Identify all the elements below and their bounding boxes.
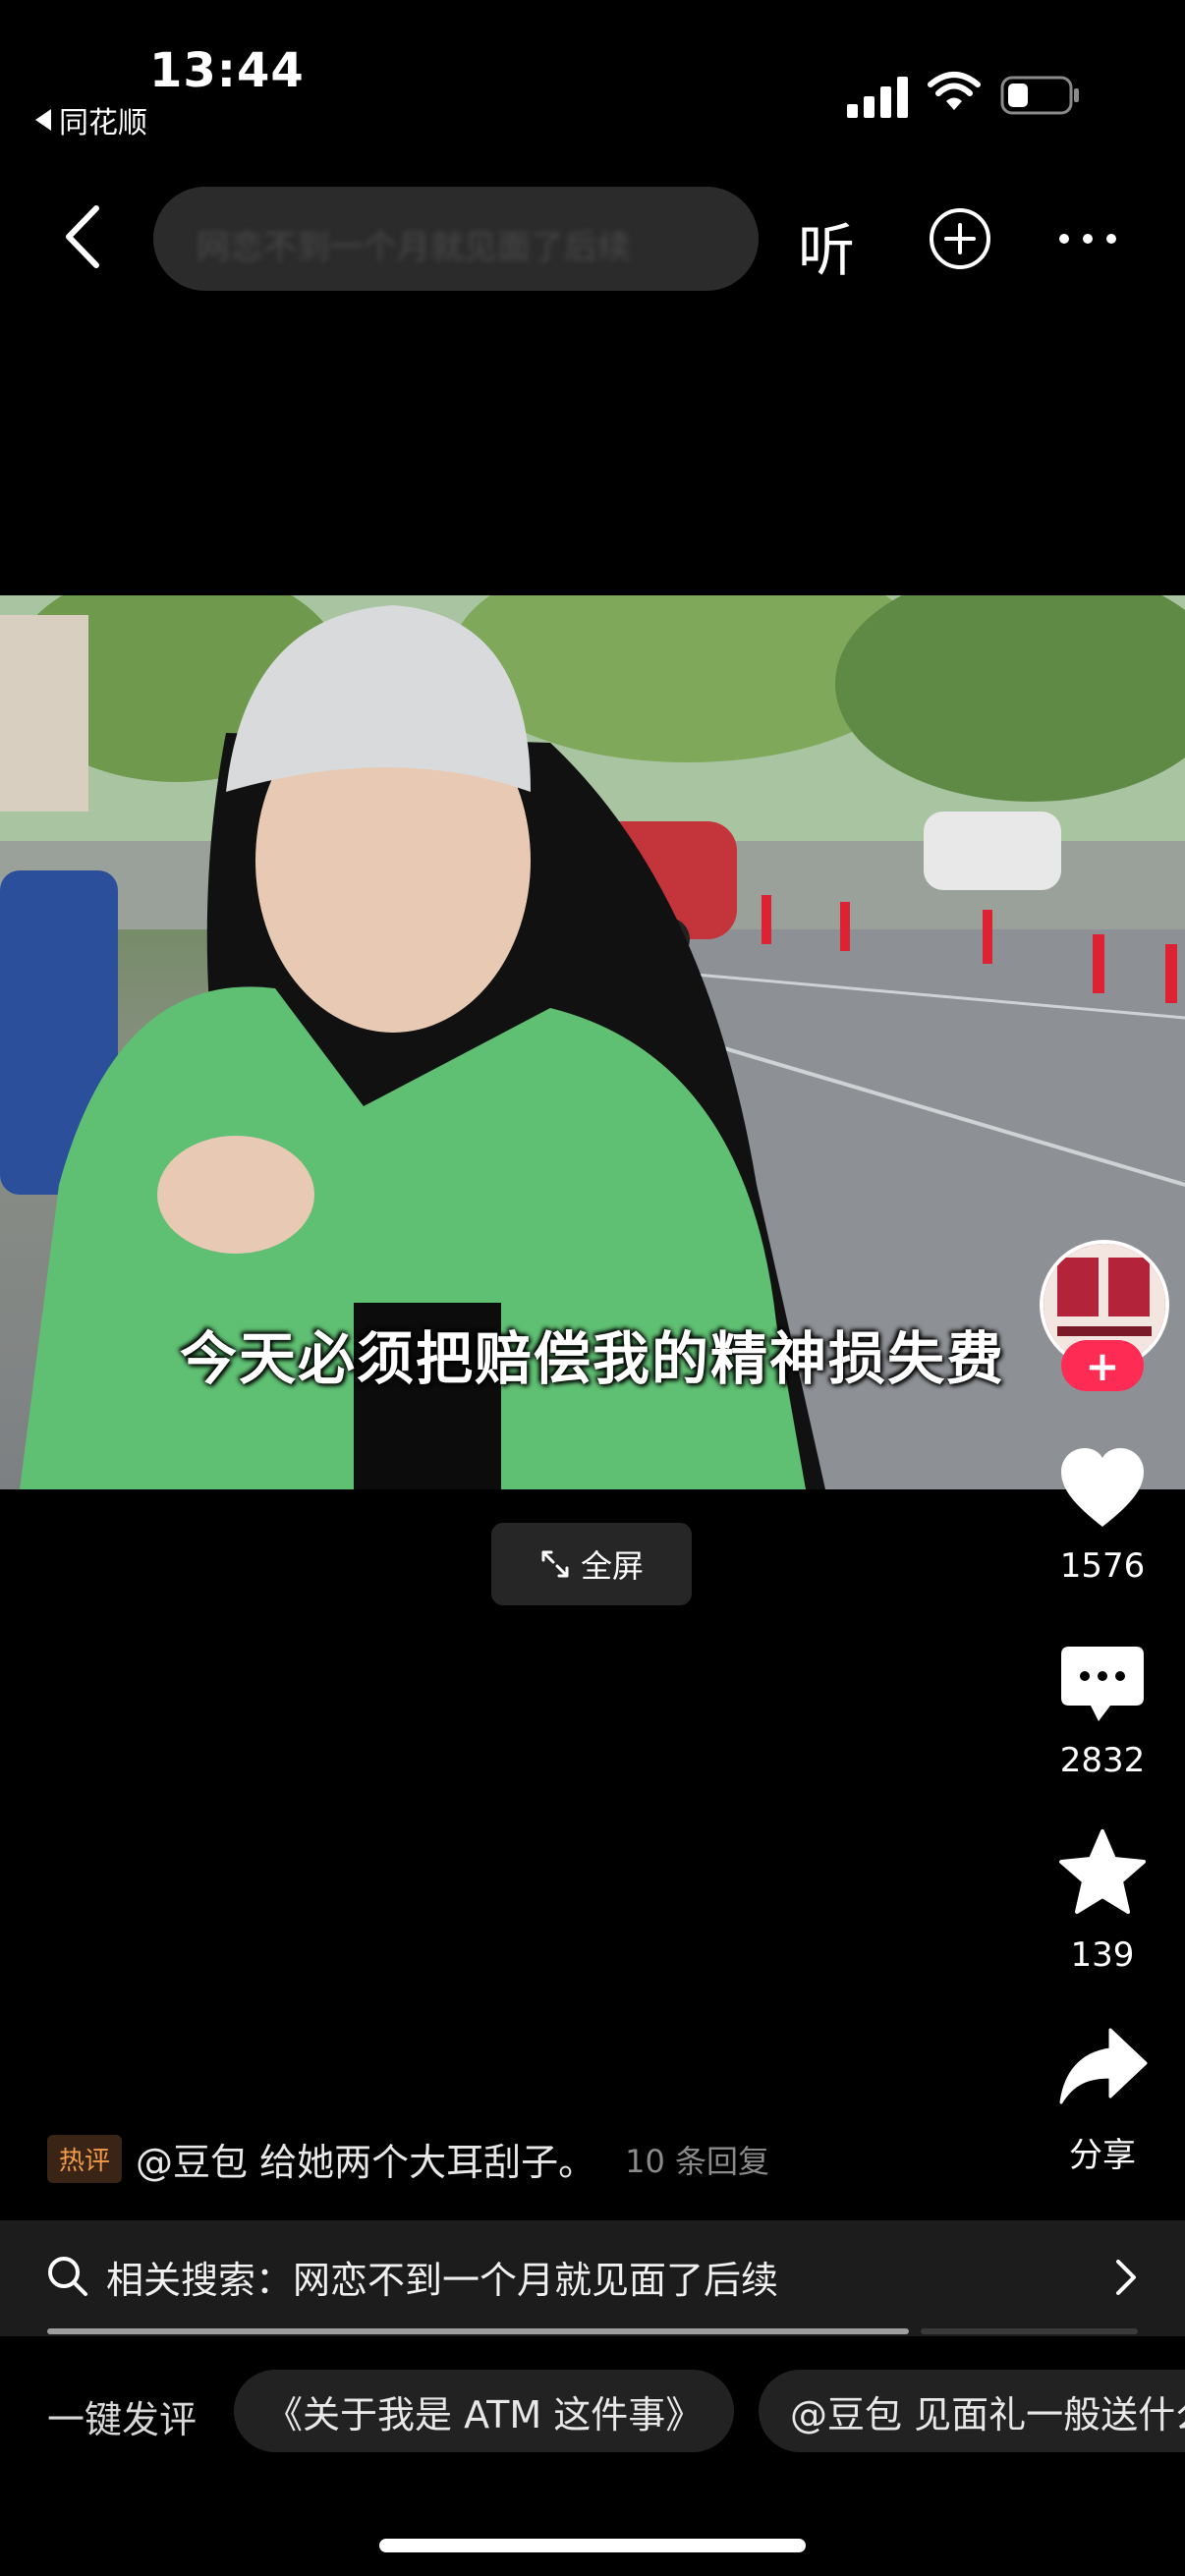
related-search-text: 相关搜索：网恋不到一个月就见面了后续 bbox=[106, 2259, 779, 2302]
search-bar[interactable]: 网恋不到一个月就见面了后续 bbox=[153, 187, 759, 291]
search-icon bbox=[48, 2257, 87, 2296]
video-progress-remaining[interactable] bbox=[921, 2328, 1138, 2334]
battery-icon bbox=[1000, 76, 1079, 115]
hot-comment[interactable]: 热评 @豆包 给她两个大耳刮子。 10 条回复 bbox=[47, 2132, 769, 2186]
like-heart-icon[interactable] bbox=[1055, 1442, 1150, 1537]
like-count: 1576 bbox=[1059, 1546, 1146, 1586]
hot-comment-replies[interactable]: 10 条回复 bbox=[625, 2137, 769, 2182]
back-app-label: 同花顺 bbox=[59, 106, 147, 140]
wifi-icon bbox=[928, 72, 981, 110]
cellular-signal-icon bbox=[847, 77, 908, 118]
back-triangle-icon bbox=[35, 109, 51, 131]
more-options-icon[interactable] bbox=[1055, 224, 1120, 253]
video-progress-fill[interactable] bbox=[47, 2328, 909, 2334]
favorite-star-icon[interactable] bbox=[1055, 1825, 1150, 1920]
quick-comment-label: 一键发评 bbox=[47, 2398, 198, 2441]
share-label: 分享 bbox=[1069, 2136, 1136, 2175]
quick-comment-chip[interactable]: 《关于我是 ATM 这件事》 bbox=[234, 2370, 735, 2452]
back-to-app-link[interactable]: 同花顺 bbox=[35, 98, 147, 141]
comment-count: 2832 bbox=[1059, 1741, 1146, 1780]
share-arrow-icon[interactable] bbox=[1055, 2022, 1150, 2116]
home-indicator[interactable] bbox=[379, 2539, 806, 2552]
hot-comment-text: @豆包 给她两个大耳刮子。 bbox=[136, 2141, 596, 2184]
quick-comment-chip[interactable]: @豆包 见面礼一般送什么 bbox=[759, 2370, 1185, 2452]
chevron-right-icon bbox=[1116, 2260, 1136, 2295]
follow-button[interactable]: + bbox=[1061, 1340, 1144, 1391]
video-subtitle: 今天必须把赔偿我的精神损失费 bbox=[179, 1325, 1005, 1392]
hot-comment-badge: 热评 bbox=[47, 2135, 123, 2183]
add-circle-icon[interactable] bbox=[928, 206, 992, 271]
fullscreen-button[interactable]: 全屏 bbox=[491, 1523, 692, 1605]
related-search-bar[interactable]: 相关搜索：网恋不到一个月就见面了后续 bbox=[0, 2220, 1185, 2336]
comment-bubble-icon[interactable] bbox=[1055, 1637, 1150, 1731]
back-arrow-icon[interactable] bbox=[55, 202, 114, 271]
expand-icon bbox=[541, 1550, 569, 1578]
status-time: 13:44 bbox=[149, 43, 305, 98]
listen-button[interactable]: 听 bbox=[798, 204, 855, 287]
fullscreen-label: 全屏 bbox=[580, 1547, 644, 1585]
search-placeholder: 网恋不到一个月就见面了后续 bbox=[197, 228, 631, 267]
favorite-count: 139 bbox=[1070, 1935, 1135, 1975]
